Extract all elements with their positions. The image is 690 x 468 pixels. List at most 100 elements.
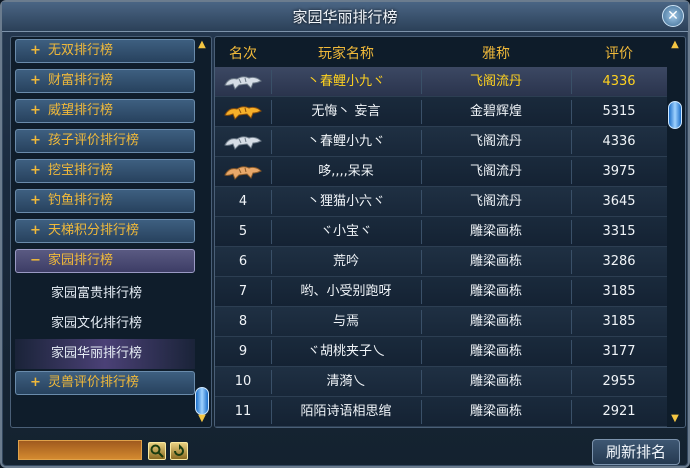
table-row[interactable]: 7 哟、小受别跑呀 雕梁画栋 3185 <box>215 277 667 307</box>
scroll-thumb[interactable] <box>668 101 682 129</box>
expand-icon: − <box>30 253 41 268</box>
window-title: 家园华丽排行榜 <box>292 8 398 26</box>
category-label: 挖宝排行榜 <box>48 163 114 178</box>
subcategory-item[interactable]: 家园华丽排行榜 <box>15 339 195 369</box>
category-item[interactable]: + 孩子评价排行榜 <box>15 129 195 153</box>
table-row[interactable]: 丶春鲤小九ヾ 飞阁流丹 4336 <box>215 127 667 157</box>
title-cell: 雕梁画栋 <box>469 404 522 419</box>
rank-cell: 8 <box>238 314 248 329</box>
category-label: 家园排行榜 <box>48 253 114 268</box>
category-item[interactable]: − 家园排行榜 <box>15 249 195 273</box>
title-bar[interactable]: 家园华丽排行榜 ✕ <box>2 2 688 32</box>
silver-tiger-medal-icon <box>224 136 262 150</box>
rank-cell <box>215 67 271 97</box>
player-name-cell: ヾ小宝ヾ <box>319 224 372 239</box>
category-scrollbar[interactable]: ▲ ▼ <box>195 39 209 425</box>
category-label: 孩子评价排行榜 <box>48 133 140 148</box>
table-row[interactable]: 哆,,,,呆呆 飞阁流丹 3975 <box>215 157 667 187</box>
table-row[interactable]: 丶春鲤小九ヾ 飞阁流丹 4336 <box>215 67 667 97</box>
expand-icon: + <box>30 163 41 178</box>
score-cell: 4336 <box>602 134 636 149</box>
table-row[interactable]: 无悔丶 妄言 金碧辉煌 5315 <box>215 97 667 127</box>
score-cell: 3177 <box>602 344 636 359</box>
expand-icon: + <box>30 43 41 58</box>
rank-cell <box>215 97 271 127</box>
title-cell: 金碧辉煌 <box>469 104 522 119</box>
gold-tiger-medal-icon <box>224 106 262 120</box>
rank-cell: 10 <box>234 374 252 389</box>
subcategory-item[interactable]: 家园文化排行榜 <box>15 309 195 339</box>
title-cell: 飞阁流丹 <box>469 74 522 89</box>
rank-cell: 5 <box>238 224 248 239</box>
score-cell: 5315 <box>602 104 636 119</box>
category-panel: + 无双排行榜 + 财富排行榜 + 威望排行榜 + 孩子评价排行榜 + 挖宝排行榜 + 钓鱼排行榜 + 天… <box>10 36 212 428</box>
category-item[interactable]: + 威望排行榜 <box>15 99 195 123</box>
player-name-cell: 哆,,,,呆呆 <box>318 164 374 179</box>
table-row[interactable]: 8 与焉 雕梁画栋 3185 <box>215 307 667 337</box>
close-button[interactable]: ✕ <box>662 5 684 27</box>
title-cell: 飞阁流丹 <box>469 134 522 149</box>
category-item[interactable]: + 无双排行榜 <box>15 39 195 63</box>
expand-icon: + <box>30 133 41 148</box>
category-list: + 无双排行榜 + 财富排行榜 + 威望排行榜 + 孩子评价排行榜 + 挖宝排行榜 + 钓鱼排行榜 + 天… <box>15 39 195 401</box>
rank-cell: 7 <box>238 284 248 299</box>
category-item[interactable]: + 天梯积分排行榜 <box>15 219 195 243</box>
table-row[interactable]: 5 ヾ小宝ヾ 雕梁画栋 3315 <box>215 217 667 247</box>
subcategory-item[interactable]: 家园富贵排行榜 <box>15 279 195 309</box>
ranking-window: 家园华丽排行榜 ✕ + 无双排行榜 + 财富排行榜 + 威望排行榜 + 孩子评价排行榜 + 挖宝排… <box>0 0 690 468</box>
table-body: 丶春鲤小九ヾ 飞阁流丹 4336 无悔丶 妄言 金碧辉煌 5315 丶春鲤小九ヾ 飞阁流丹 43… <box>215 67 667 427</box>
refresh-arrow-icon[interactable] <box>170 442 188 460</box>
rank-cell: 9 <box>238 344 248 359</box>
title-cell: 飞阁流丹 <box>469 194 522 209</box>
player-name-cell: 丶狸猫小六ヾ <box>306 194 385 209</box>
scroll-up-icon[interactable]: ▲ <box>196 39 208 51</box>
score-cell: 3975 <box>602 164 636 179</box>
title-cell: 雕梁画栋 <box>469 254 522 269</box>
category-item[interactable]: + 财富排行榜 <box>15 69 195 93</box>
score-cell: 3185 <box>602 314 636 329</box>
table-row[interactable]: 10 清漪乀 雕梁画栋 2955 <box>215 367 667 397</box>
table-row[interactable]: 6 荒吟 雕梁画栋 3286 <box>215 247 667 277</box>
category-label: 威望排行榜 <box>48 103 114 118</box>
silver-tiger-medal-icon <box>224 76 262 90</box>
scroll-thumb[interactable] <box>195 387 209 415</box>
scroll-down-icon[interactable]: ▼ <box>669 413 681 425</box>
score-cell: 3185 <box>602 284 636 299</box>
title-cell: 雕梁画栋 <box>469 344 522 359</box>
category-label: 无双排行榜 <box>48 43 114 58</box>
category-item[interactable]: + 钓鱼排行榜 <box>15 189 195 213</box>
scroll-down-icon[interactable]: ▼ <box>196 413 208 425</box>
rank-cell: 6 <box>238 254 248 269</box>
score-cell: 3645 <box>602 194 636 209</box>
category-label: 钓鱼排行榜 <box>48 193 114 208</box>
player-name-cell: 无悔丶 妄言 <box>311 104 381 119</box>
search-input[interactable] <box>18 440 142 460</box>
category-item[interactable]: + 灵兽评价排行榜 <box>15 371 195 395</box>
title-cell: 飞阁流丹 <box>469 164 522 179</box>
header-title: 雅称 <box>482 46 510 62</box>
category-item[interactable]: + 挖宝排行榜 <box>15 159 195 183</box>
title-cell: 雕梁画栋 <box>469 314 522 329</box>
category-label: 天梯积分排行榜 <box>48 223 140 238</box>
player-name-cell: 丶春鲤小九ヾ <box>306 74 385 89</box>
bronze-tiger-medal-icon <box>224 166 262 180</box>
table-scrollbar[interactable]: ▲ ▼ <box>667 39 683 425</box>
scroll-up-icon[interactable]: ▲ <box>669 39 681 51</box>
expand-icon: + <box>30 223 41 238</box>
score-cell: 2955 <box>602 374 636 389</box>
table-row[interactable]: 9 ヾ胡桃夹子乀 雕梁画栋 3177 <box>215 337 667 367</box>
magnifier-icon[interactable] <box>148 442 166 460</box>
title-cell: 雕梁画栋 <box>469 374 522 389</box>
table-row[interactable]: 4 丶狸猫小六ヾ 飞阁流丹 3645 <box>215 187 667 217</box>
expand-icon: + <box>30 73 41 88</box>
refresh-ranking-button[interactable]: 刷新排名 <box>592 439 680 465</box>
title-cell: 雕梁画栋 <box>469 224 522 239</box>
player-name-cell: 荒吟 <box>332 254 359 269</box>
rank-cell: 4 <box>238 194 248 209</box>
score-cell: 2921 <box>602 404 636 419</box>
header-rank: 名次 <box>229 46 257 62</box>
table-row[interactable]: 11 陌陌诗语相思绾 雕梁画栋 2921 <box>215 397 667 427</box>
score-cell: 3315 <box>602 224 636 239</box>
expand-icon: + <box>30 193 41 208</box>
player-name-cell: 哟、小受别跑呀 <box>300 284 392 299</box>
